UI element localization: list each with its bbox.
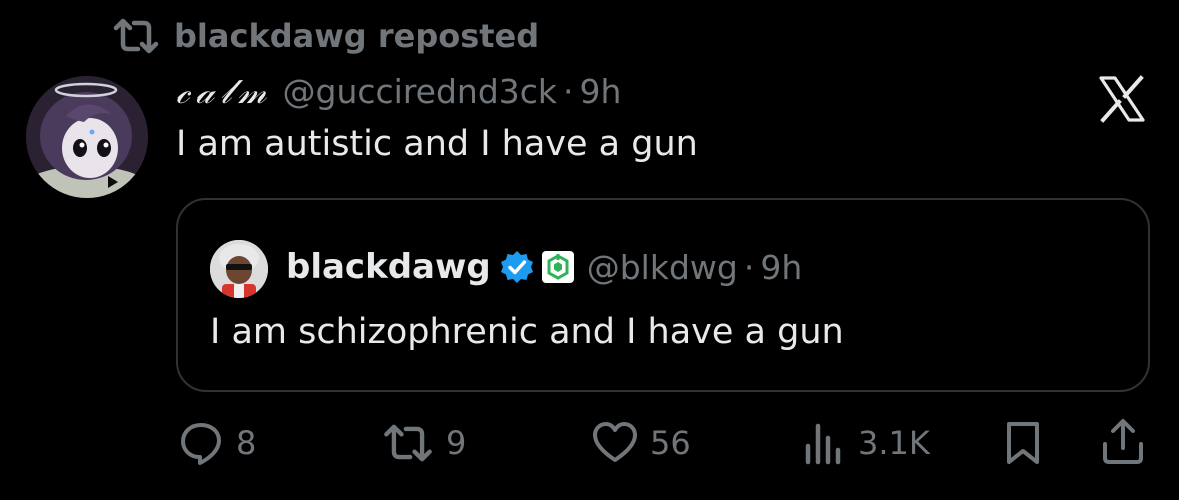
like-count: 56: [650, 424, 691, 462]
repost-icon: [113, 18, 159, 54]
x-logo-icon[interactable]: [1097, 74, 1147, 124]
quoted-author-handle[interactable]: @blkdwg: [587, 248, 738, 287]
quoted-tweet-header: blackdawg @blkdwg · 9h: [286, 242, 802, 292]
repost-count: 9: [446, 424, 467, 462]
like-button[interactable]: 56: [592, 418, 691, 468]
verified-icon[interactable]: [499, 249, 535, 285]
author-avatar-image: [26, 76, 148, 198]
repost-action-icon: [384, 424, 432, 462]
affiliate-badge-icon[interactable]: [541, 250, 575, 284]
repost-button[interactable]: 9: [382, 418, 466, 468]
view-count: 3.1K: [858, 424, 930, 462]
quoted-tweet-timestamp[interactable]: 9h: [760, 248, 802, 287]
quoted-author-avatar[interactable]: [210, 240, 268, 298]
repost-label[interactable]: blackdawg reposted: [174, 17, 539, 55]
reply-count: 8: [236, 424, 257, 462]
quoted-header-separator: ·: [743, 247, 755, 287]
tweet-header: 𝒸𝒶𝓁𝓂 @guccirednd3ck · 9h: [176, 72, 621, 120]
views-button[interactable]: 3.1K: [800, 418, 930, 468]
views-icon: [805, 423, 841, 465]
quoted-author-avatar-image: [210, 240, 268, 298]
repost-indicator[interactable]: blackdawg reposted: [112, 14, 539, 58]
quoted-tweet-card[interactable]: blackdawg @blkdwg · 9h I am schizophreni…: [176, 198, 1150, 392]
tweet-timestamp[interactable]: 9h: [580, 72, 622, 111]
header-separator: ·: [563, 72, 574, 111]
author-display-name[interactable]: 𝒸𝒶𝓁𝓂: [176, 72, 273, 112]
share-icon[interactable]: [1100, 418, 1146, 466]
quoted-author-name[interactable]: blackdawg: [286, 247, 491, 287]
quoted-tweet-body: I am schizophrenic and I have a gun: [210, 312, 844, 352]
reply-button[interactable]: 8: [178, 418, 256, 468]
author-handle[interactable]: @guccirednd3ck: [283, 72, 558, 111]
heart-icon: [593, 422, 637, 462]
author-avatar[interactable]: [26, 76, 148, 198]
bookmark-icon[interactable]: [1000, 420, 1046, 466]
tweet-body: I am autistic and I have a gun: [176, 124, 698, 164]
reply-icon: [181, 423, 221, 465]
